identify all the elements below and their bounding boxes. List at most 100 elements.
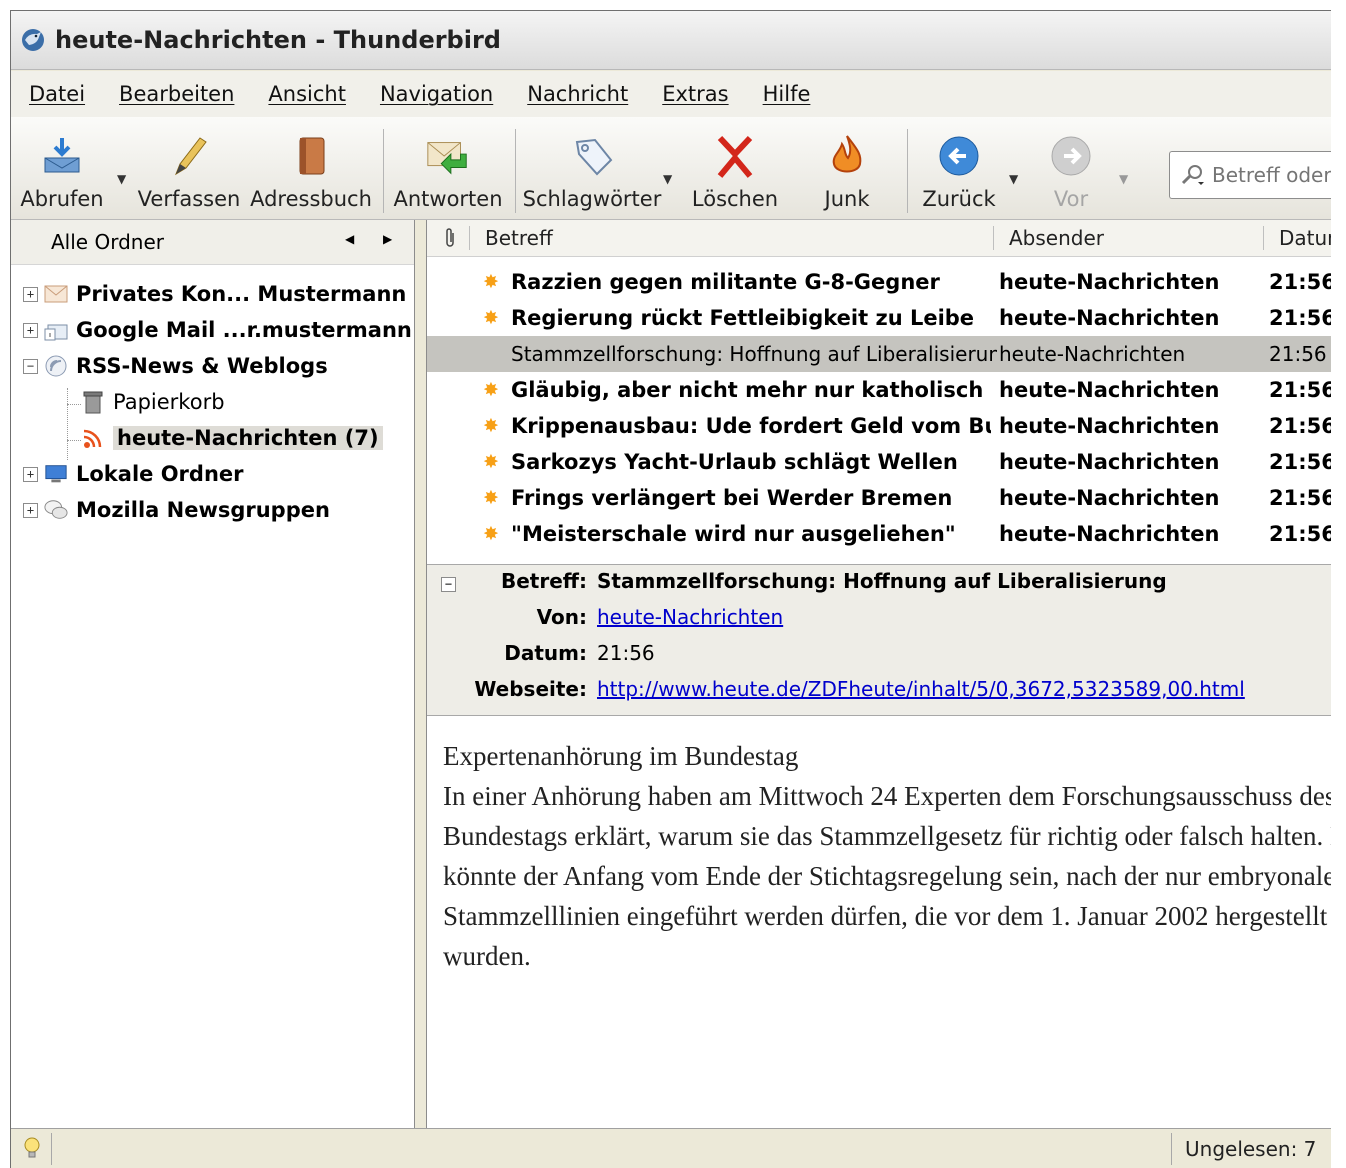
message-row[interactable]: ✸ "Meisterschale wird nur ausgeliehen" h… [427,516,1331,552]
message-date: 21:56 [1269,270,1331,294]
get-mail-dropdown-icon[interactable]: ▼ [117,172,126,186]
menu-navigation[interactable]: Navigation [362,82,509,106]
rss-account-icon [44,354,68,378]
message-row[interactable]: ✸ Regierung rückt Fettleibigkeit zu Leib… [427,300,1331,336]
body-line: Bundestags erklärt, warum sie das Stammz… [443,821,1331,851]
delete-button[interactable]: Löschen [687,117,783,219]
folder-item-papierkorb[interactable]: Papierkorb [81,384,225,420]
message-header: − Betreff: Stammzellforschung: Hoffnung … [427,564,1331,716]
delete-label: Löschen [691,187,779,211]
unread-count: Ungelesen: 7 [1185,1137,1317,1161]
compose-button[interactable]: Verfassen [138,117,240,219]
message-subject: Razzien gegen militante G-8-Gegner [511,270,940,294]
forward-button[interactable]: Vor [1035,117,1107,219]
expand-icon[interactable]: + [23,286,38,302]
status-bar: Ungelesen: 7 [11,1128,1331,1168]
message-row-selected[interactable]: Stammzellforschung: Hoffnung auf Liberal… [427,336,1331,372]
message-list-header: Betreff Absender Datum [427,220,1331,257]
menu-bearbeiten[interactable]: Bearbeiten [101,82,250,106]
tag-icon [568,133,616,179]
column-subject[interactable]: Betreff [485,220,553,256]
folder-item-lokale-ordner[interactable]: + Lokale Ordner [23,456,244,492]
attachment-column-icon[interactable] [443,220,457,256]
header-date: 21:56 [597,641,655,665]
next-view-icon[interactable]: ▶ [383,232,392,246]
unread-star-icon: ✸ [483,523,499,545]
tags-button[interactable]: Schlagwörter [523,117,661,219]
status-separator [1171,1133,1172,1165]
menu-ansicht[interactable]: Ansicht [250,82,362,106]
column-date[interactable]: Datum [1279,220,1331,256]
expand-icon[interactable]: + [23,322,38,338]
menu-extras[interactable]: Extras [644,82,744,106]
get-mail-button[interactable]: Abrufen [17,117,107,219]
body-line: wurden. [443,941,531,971]
junk-label: Junk [824,187,870,211]
rss-feed-icon [81,426,105,450]
expand-icon[interactable]: + [23,502,38,518]
forward-dropdown-icon[interactable]: ▼ [1119,172,1128,186]
folder-view-selector: Alle Ordner ◀ ▶ [11,220,414,265]
forward-label: Vor [1053,187,1089,211]
menu-bar: Datei Bearbeiten Ansicht Navigation Nach… [11,71,1331,118]
message-subject: Frings verlängert bei Werder Bremen [511,486,953,510]
folder-label: heute-Nachrichten (7) [113,426,383,450]
tree-line [67,440,81,441]
address-book-button[interactable]: Adressbuch [250,117,372,219]
message-date: 21:56 [1269,522,1331,546]
title-bar: heute-Nachrichten - Thunderbird [11,11,1331,70]
tags-dropdown-icon[interactable]: ▼ [663,172,672,186]
google-mail-icon [44,318,68,342]
address-book-icon [287,133,335,179]
folder-label: Google Mail ...r.mustermann [76,318,412,342]
message-area: Betreff Absender Datum ✸ Razzien gegen m… [426,220,1331,1128]
reply-label: Antworten [393,187,503,211]
back-button[interactable]: Zurück [917,117,1001,219]
from-label: Von: [536,605,587,629]
folder-item-heute-nachrichten[interactable]: heute-Nachrichten (7) [81,420,383,456]
column-sender[interactable]: Absender [1009,220,1104,256]
unread-star-icon: ✸ [483,271,499,293]
message-row[interactable]: ✸ Frings verlängert bei Werder Bremen he… [427,480,1331,516]
folder-item-mozilla-newsgruppen[interactable]: + Mozilla Newsgruppen [23,492,330,528]
thunderbird-icon [22,29,44,51]
mail-account-icon [44,282,68,306]
message-date: 21:56 [1269,486,1331,510]
message-date: 21:56 [1269,450,1331,474]
window-title: heute-Nachrichten - Thunderbird [55,26,501,54]
junk-button[interactable]: Junk [807,117,887,219]
toolbar-separator [515,129,516,213]
message-row[interactable]: ✸ Razzien gegen militante G-8-Gegner heu… [427,264,1331,300]
expand-icon[interactable]: + [23,466,38,482]
reply-icon [424,133,472,179]
message-row[interactable]: ✸ Sarkozys Yacht-Urlaub schlägt Wellen h… [427,444,1331,480]
unread-star-icon: ✸ [483,451,499,473]
message-sender: heute-Nachrichten [999,522,1220,546]
collapse-icon[interactable]: − [23,358,38,374]
folder-item-privates-konto[interactable]: + Privates Kon... Mustermann [23,276,406,312]
arrow-left-icon [935,133,983,179]
search-input[interactable] [1212,163,1331,187]
unread-star-icon: ✸ [483,487,499,509]
back-dropdown-icon[interactable]: ▼ [1009,172,1018,186]
lightbulb-icon [24,1137,40,1158]
menu-nachricht[interactable]: Nachricht [509,82,644,106]
search-box[interactable] [1169,151,1331,199]
website-link[interactable]: http://www.heute.de/ZDFheute/inhalt/5/0,… [597,677,1245,701]
column-separator [469,226,470,250]
message-subject: Gläubig, aber nicht mehr nur katholisch [511,378,984,402]
reply-button[interactable]: Antworten [393,117,503,219]
message-subject: "Meisterschale wird nur ausgeliehen" [511,522,956,546]
menu-hilfe[interactable]: Hilfe [745,82,827,106]
message-row[interactable]: ✸ Krippenausbau: Ude fordert Geld vom Bu… [427,408,1331,444]
flame-icon [823,133,871,179]
message-date: 21:56 [1269,342,1327,366]
menu-datei[interactable]: Datei [11,82,101,106]
message-row[interactable]: ✸ Gläubig, aber nicht mehr nur katholisc… [427,372,1331,408]
message-date: 21:56 [1269,414,1331,438]
prev-view-icon[interactable]: ◀ [345,232,354,246]
message-date: 21:56 [1269,306,1331,330]
folder-item-rss-news[interactable]: − RSS-News & Weblogs [23,348,328,384]
folder-item-google-mail[interactable]: + Google Mail ...r.mustermann [23,312,412,348]
from-link[interactable]: heute-Nachrichten [597,605,783,629]
